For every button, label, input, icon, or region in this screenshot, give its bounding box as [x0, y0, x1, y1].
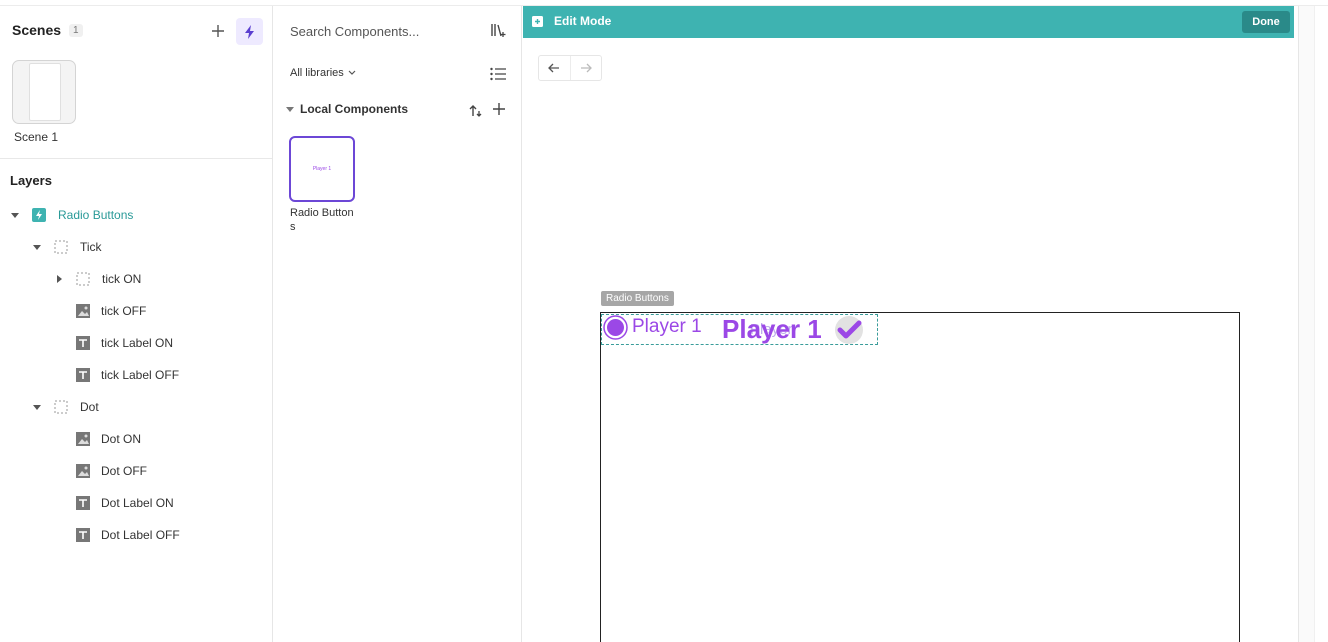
back-button[interactable]	[539, 56, 570, 80]
canvas-area[interactable]: Edit Mode Done Radio Buttons Player 1 Pl…	[523, 6, 1298, 642]
layer-tick-off[interactable]: tick OFF	[76, 301, 146, 321]
layers-title: Layers	[10, 173, 52, 188]
check-icon	[835, 316, 863, 344]
layer-label: Tick	[80, 240, 102, 254]
component-thumb-text: Player 1	[312, 166, 332, 172]
edit-mode-icon	[532, 16, 543, 27]
list-view-icon[interactable]	[489, 66, 507, 82]
tick-label: Player 1	[722, 314, 822, 344]
radio-dot-icon	[603, 315, 628, 340]
caret-down-icon[interactable]	[10, 210, 20, 220]
image-icon	[76, 432, 90, 446]
text-icon	[76, 336, 90, 350]
edit-mode-bar: Edit Mode Done	[523, 6, 1294, 38]
local-components-header[interactable]: Local Components	[286, 102, 408, 116]
layer-label: Dot ON	[101, 432, 142, 446]
local-components-title: Local Components	[300, 102, 409, 116]
dot-label: Player 1	[632, 316, 702, 337]
frame-icon	[54, 240, 68, 254]
add-component-button[interactable]	[492, 102, 508, 118]
component-name-tag: Radio Buttons	[601, 291, 674, 306]
search-components-input[interactable]	[290, 22, 480, 40]
component-thumbnail[interactable]: Player 1	[289, 136, 355, 202]
forward-button[interactable]	[569, 56, 601, 80]
scenes-header: Scenes 1	[12, 22, 83, 38]
layer-label: tick Label OFF	[101, 368, 180, 382]
scene-name[interactable]: Scene 1	[14, 130, 58, 144]
layer-label: tick ON	[102, 272, 142, 286]
sort-icon[interactable]	[468, 103, 484, 119]
layer-radio-buttons[interactable]: Radio Buttons	[10, 205, 133, 225]
layer-label: Dot	[80, 400, 99, 414]
library-filter-dropdown[interactable]: All libraries	[290, 67, 356, 79]
scenes-count-badge: 1	[69, 23, 83, 37]
image-icon	[76, 304, 90, 318]
frame-icon	[76, 272, 90, 286]
layer-label: tick OFF	[101, 304, 147, 318]
caret-right-icon[interactable]	[54, 274, 64, 284]
components-panel: All libraries Local Components Player 1 …	[274, 6, 522, 642]
lightning-icon	[244, 24, 254, 39]
text-icon	[76, 528, 90, 542]
layer-tick[interactable]: Tick	[32, 237, 102, 257]
layer-dot-on[interactable]: Dot ON	[76, 429, 141, 449]
component-icon	[32, 208, 46, 222]
library-filter-label: All libraries	[290, 67, 344, 79]
caret-down-icon[interactable]	[286, 105, 294, 113]
right-scroll-strip[interactable]	[1298, 6, 1314, 642]
layer-dot-off[interactable]: Dot OFF	[76, 461, 147, 481]
layer-label: Dot Label ON	[101, 496, 174, 510]
add-scene-button[interactable]	[207, 20, 229, 42]
right-edge-panel	[1314, 6, 1328, 642]
layer-dot-label-on[interactable]: Dot Label ON	[76, 493, 174, 513]
text-icon	[76, 368, 90, 382]
interactions-button[interactable]	[236, 18, 263, 45]
component-frame[interactable]	[600, 312, 1240, 642]
arrow-right-icon	[580, 63, 592, 73]
scenes-title: Scenes	[12, 22, 62, 38]
frame-icon	[54, 400, 68, 414]
layer-dot[interactable]: Dot	[32, 397, 99, 417]
image-icon	[76, 464, 90, 478]
left-panel: Scenes 1 Scene 1 Layers Radio Buttons Ti…	[0, 6, 273, 642]
caret-down-icon[interactable]	[32, 242, 42, 252]
layer-label: Dot OFF	[101, 464, 148, 478]
layer-label: tick Label ON	[101, 336, 174, 350]
layer-tick-label-off[interactable]: tick Label OFF	[76, 365, 179, 385]
arrow-left-icon	[548, 63, 560, 73]
chevron-down-icon	[348, 70, 356, 75]
layer-tick-label-on[interactable]: tick Label ON	[76, 333, 173, 353]
panel-divider	[0, 158, 272, 159]
plus-icon	[493, 103, 505, 115]
history-nav	[538, 55, 602, 81]
layer-dot-label-off[interactable]: Dot Label OFF	[76, 525, 180, 545]
layer-label: Dot Label OFF	[101, 528, 180, 542]
layer-tick-on[interactable]: tick ON	[54, 269, 141, 289]
edit-mode-title: Edit Mode	[554, 14, 612, 28]
done-button[interactable]: Done	[1242, 11, 1290, 33]
library-icon[interactable]	[490, 22, 508, 38]
scene-preview	[29, 63, 61, 121]
caret-down-icon[interactable]	[32, 402, 42, 412]
scene-thumbnail[interactable]	[12, 60, 76, 124]
plus-icon	[212, 25, 224, 37]
text-icon	[76, 496, 90, 510]
component-name[interactable]: Radio Buttons	[290, 206, 356, 234]
layer-label: Radio Buttons	[58, 208, 134, 222]
